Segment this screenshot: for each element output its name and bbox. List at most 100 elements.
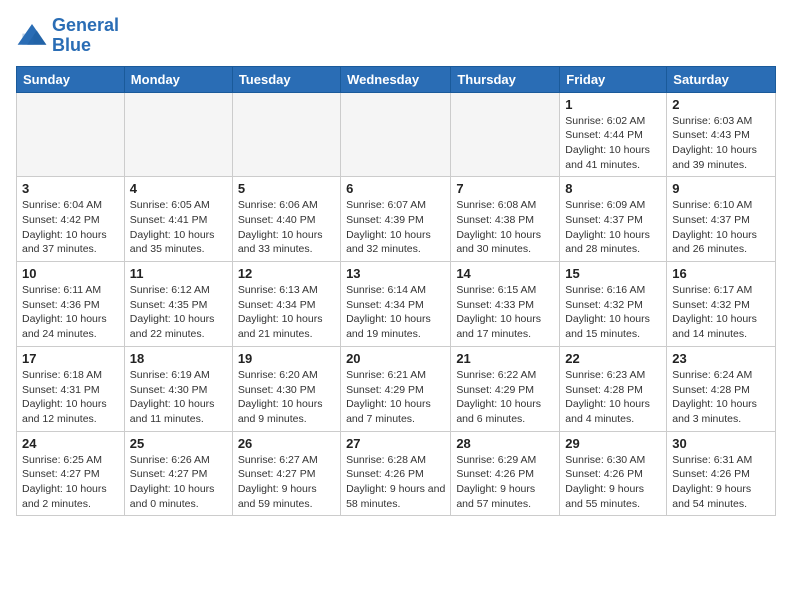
- header-monday: Monday: [124, 66, 232, 92]
- calendar-cell: 18Sunrise: 6:19 AM Sunset: 4:30 PM Dayli…: [124, 346, 232, 431]
- calendar-cell: 25 Sunrise: 6:26 AM Sunset: 4:27 PM Dayli…: [124, 431, 232, 516]
- calendar-cell: [451, 92, 560, 177]
- calendar-cell: 2Sunrise: 6:03 AM Sunset: 4:43 PM Daylig…: [667, 92, 776, 177]
- day-number: 5: [238, 181, 335, 196]
- day-info: Sunrise: 6:13 AM Sunset: 4:34 PM Dayligh…: [238, 283, 335, 342]
- day-number: 20: [346, 351, 445, 366]
- day-number: 1: [565, 97, 661, 112]
- day-number: 27: [346, 436, 445, 451]
- day-info: Sunrise: 6:20 AM Sunset: 4:30 PM Dayligh…: [238, 368, 335, 427]
- day-number: 14: [456, 266, 554, 281]
- day-number: 28: [456, 436, 554, 451]
- page-header: General Blue: [16, 16, 776, 56]
- logo-text: General Blue: [52, 16, 119, 56]
- calendar-cell: 6 Sunrise: 6:07 AM Sunset: 4:39 PM Daylig…: [341, 177, 451, 262]
- calendar-cell: 17 Sunrise: 6:18 AM Sunset: 4:31 PM Dayli…: [17, 346, 125, 431]
- day-number: 25: [130, 436, 227, 451]
- calendar-cell: 10 Sunrise: 6:11 AM Sunset: 4:36 PM Dayli…: [17, 262, 125, 347]
- day-number: 6: [346, 181, 445, 196]
- day-info: Sunrise: 6:11 AM Sunset: 4:36 PM Dayligh…: [22, 283, 119, 342]
- calendar-cell: 15 Sunrise: 6:16 AM Sunset: 4:32 PM Dayli…: [560, 262, 667, 347]
- header-sunday: Sunday: [17, 66, 125, 92]
- day-info: Sunrise: 6:10 AM Sunset: 4:37 PM Dayligh…: [672, 198, 770, 257]
- calendar-cell: 3 Sunrise: 6:04 AM Sunset: 4:42 PM Daylig…: [17, 177, 125, 262]
- day-number: 15: [565, 266, 661, 281]
- header-saturday: Saturday: [667, 66, 776, 92]
- day-number: 4: [130, 181, 227, 196]
- calendar-week-3: 10 Sunrise: 6:11 AM Sunset: 4:36 PM Dayli…: [17, 262, 776, 347]
- day-info: Sunrise: 6:25 AM Sunset: 4:27 PM Dayligh…: [22, 453, 119, 512]
- calendar-cell: [232, 92, 340, 177]
- day-number: 21: [456, 351, 554, 366]
- calendar-week-1: 1 Sunrise: 6:02 AM Sunset: 4:44 PM Daylig…: [17, 92, 776, 177]
- day-number: 12: [238, 266, 335, 281]
- calendar-cell: 29 Sunrise: 6:30 AM Sunset: 4:26 PM Dayli…: [560, 431, 667, 516]
- day-info: Sunrise: 6:07 AM Sunset: 4:39 PM Dayligh…: [346, 198, 445, 257]
- calendar-cell: 11Sunrise: 6:12 AM Sunset: 4:35 PM Dayli…: [124, 262, 232, 347]
- day-number: 29: [565, 436, 661, 451]
- day-number: 18: [130, 351, 227, 366]
- calendar-table: SundayMondayTuesdayWednesdayThursdayFrid…: [16, 66, 776, 517]
- calendar-cell: 7Sunrise: 6:08 AM Sunset: 4:38 PM Daylig…: [451, 177, 560, 262]
- calendar-cell: 8 Sunrise: 6:09 AM Sunset: 4:37 PM Daylig…: [560, 177, 667, 262]
- day-number: 16: [672, 266, 770, 281]
- day-info: Sunrise: 6:30 AM Sunset: 4:26 PM Dayligh…: [565, 453, 661, 512]
- calendar-cell: 4 Sunrise: 6:05 AM Sunset: 4:41 PM Daylig…: [124, 177, 232, 262]
- day-info: Sunrise: 6:21 AM Sunset: 4:29 PM Dayligh…: [346, 368, 445, 427]
- calendar-cell: 19 Sunrise: 6:20 AM Sunset: 4:30 PM Dayli…: [232, 346, 340, 431]
- calendar-cell: 21 Sunrise: 6:22 AM Sunset: 4:29 PM Dayli…: [451, 346, 560, 431]
- day-info: Sunrise: 6:22 AM Sunset: 4:29 PM Dayligh…: [456, 368, 554, 427]
- day-number: 24: [22, 436, 119, 451]
- day-number: 22: [565, 351, 661, 366]
- calendar-cell: 5 Sunrise: 6:06 AM Sunset: 4:40 PM Daylig…: [232, 177, 340, 262]
- day-number: 11: [130, 266, 227, 281]
- day-number: 30: [672, 436, 770, 451]
- day-info: Sunrise: 6:02 AM Sunset: 4:44 PM Dayligh…: [565, 114, 661, 173]
- header-tuesday: Tuesday: [232, 66, 340, 92]
- day-info: Sunrise: 6:09 AM Sunset: 4:37 PM Dayligh…: [565, 198, 661, 257]
- day-number: 7: [456, 181, 554, 196]
- day-number: 19: [238, 351, 335, 366]
- calendar-cell: 1 Sunrise: 6:02 AM Sunset: 4:44 PM Daylig…: [560, 92, 667, 177]
- calendar-week-2: 3 Sunrise: 6:04 AM Sunset: 4:42 PM Daylig…: [17, 177, 776, 262]
- day-info: Sunrise: 6:06 AM Sunset: 4:40 PM Dayligh…: [238, 198, 335, 257]
- header-wednesday: Wednesday: [341, 66, 451, 92]
- day-info: Sunrise: 6:23 AM Sunset: 4:28 PM Dayligh…: [565, 368, 661, 427]
- day-info: Sunrise: 6:31 AM Sunset: 4:26 PM Dayligh…: [672, 453, 770, 512]
- calendar-cell: 16Sunrise: 6:17 AM Sunset: 4:32 PM Dayli…: [667, 262, 776, 347]
- day-number: 8: [565, 181, 661, 196]
- day-number: 3: [22, 181, 119, 196]
- calendar-cell: 27 Sunrise: 6:28 AM Sunset: 4:26 PM Dayli…: [341, 431, 451, 516]
- calendar-cell: 9 Sunrise: 6:10 AM Sunset: 4:37 PM Daylig…: [667, 177, 776, 262]
- logo: General Blue: [16, 16, 119, 56]
- day-info: Sunrise: 6:05 AM Sunset: 4:41 PM Dayligh…: [130, 198, 227, 257]
- day-info: Sunrise: 6:14 AM Sunset: 4:34 PM Dayligh…: [346, 283, 445, 342]
- day-info: Sunrise: 6:28 AM Sunset: 4:26 PM Dayligh…: [346, 453, 445, 512]
- calendar-cell: 26 Sunrise: 6:27 AM Sunset: 4:27 PM Dayli…: [232, 431, 340, 516]
- calendar-cell: [341, 92, 451, 177]
- day-info: Sunrise: 6:27 AM Sunset: 4:27 PM Dayligh…: [238, 453, 335, 512]
- day-number: 17: [22, 351, 119, 366]
- calendar-header-row: SundayMondayTuesdayWednesdayThursdayFrid…: [17, 66, 776, 92]
- calendar-cell: [17, 92, 125, 177]
- day-number: 10: [22, 266, 119, 281]
- calendar-cell: 12 Sunrise: 6:13 AM Sunset: 4:34 PM Dayli…: [232, 262, 340, 347]
- day-number: 9: [672, 181, 770, 196]
- day-info: Sunrise: 6:04 AM Sunset: 4:42 PM Dayligh…: [22, 198, 119, 257]
- calendar-cell: 24 Sunrise: 6:25 AM Sunset: 4:27 PM Dayli…: [17, 431, 125, 516]
- calendar-cell: 30 Sunrise: 6:31 AM Sunset: 4:26 PM Dayli…: [667, 431, 776, 516]
- day-number: 2: [672, 97, 770, 112]
- calendar-cell: 20 Sunrise: 6:21 AM Sunset: 4:29 PM Dayli…: [341, 346, 451, 431]
- calendar-cell: 13 Sunrise: 6:14 AM Sunset: 4:34 PM Dayli…: [341, 262, 451, 347]
- day-info: Sunrise: 6:26 AM Sunset: 4:27 PM Dayligh…: [130, 453, 227, 512]
- logo-icon: [16, 22, 48, 50]
- day-number: 26: [238, 436, 335, 451]
- calendar-week-5: 24 Sunrise: 6:25 AM Sunset: 4:27 PM Dayli…: [17, 431, 776, 516]
- day-info: Sunrise: 6:16 AM Sunset: 4:32 PM Dayligh…: [565, 283, 661, 342]
- header-thursday: Thursday: [451, 66, 560, 92]
- calendar-cell: 28 Sunrise: 6:29 AM Sunset: 4:26 PM Dayli…: [451, 431, 560, 516]
- day-info: Sunrise: 6:15 AM Sunset: 4:33 PM Dayligh…: [456, 283, 554, 342]
- day-info: Sunrise: 6:18 AM Sunset: 4:31 PM Dayligh…: [22, 368, 119, 427]
- day-info: Sunrise: 6:29 AM Sunset: 4:26 PM Dayligh…: [456, 453, 554, 512]
- day-number: 13: [346, 266, 445, 281]
